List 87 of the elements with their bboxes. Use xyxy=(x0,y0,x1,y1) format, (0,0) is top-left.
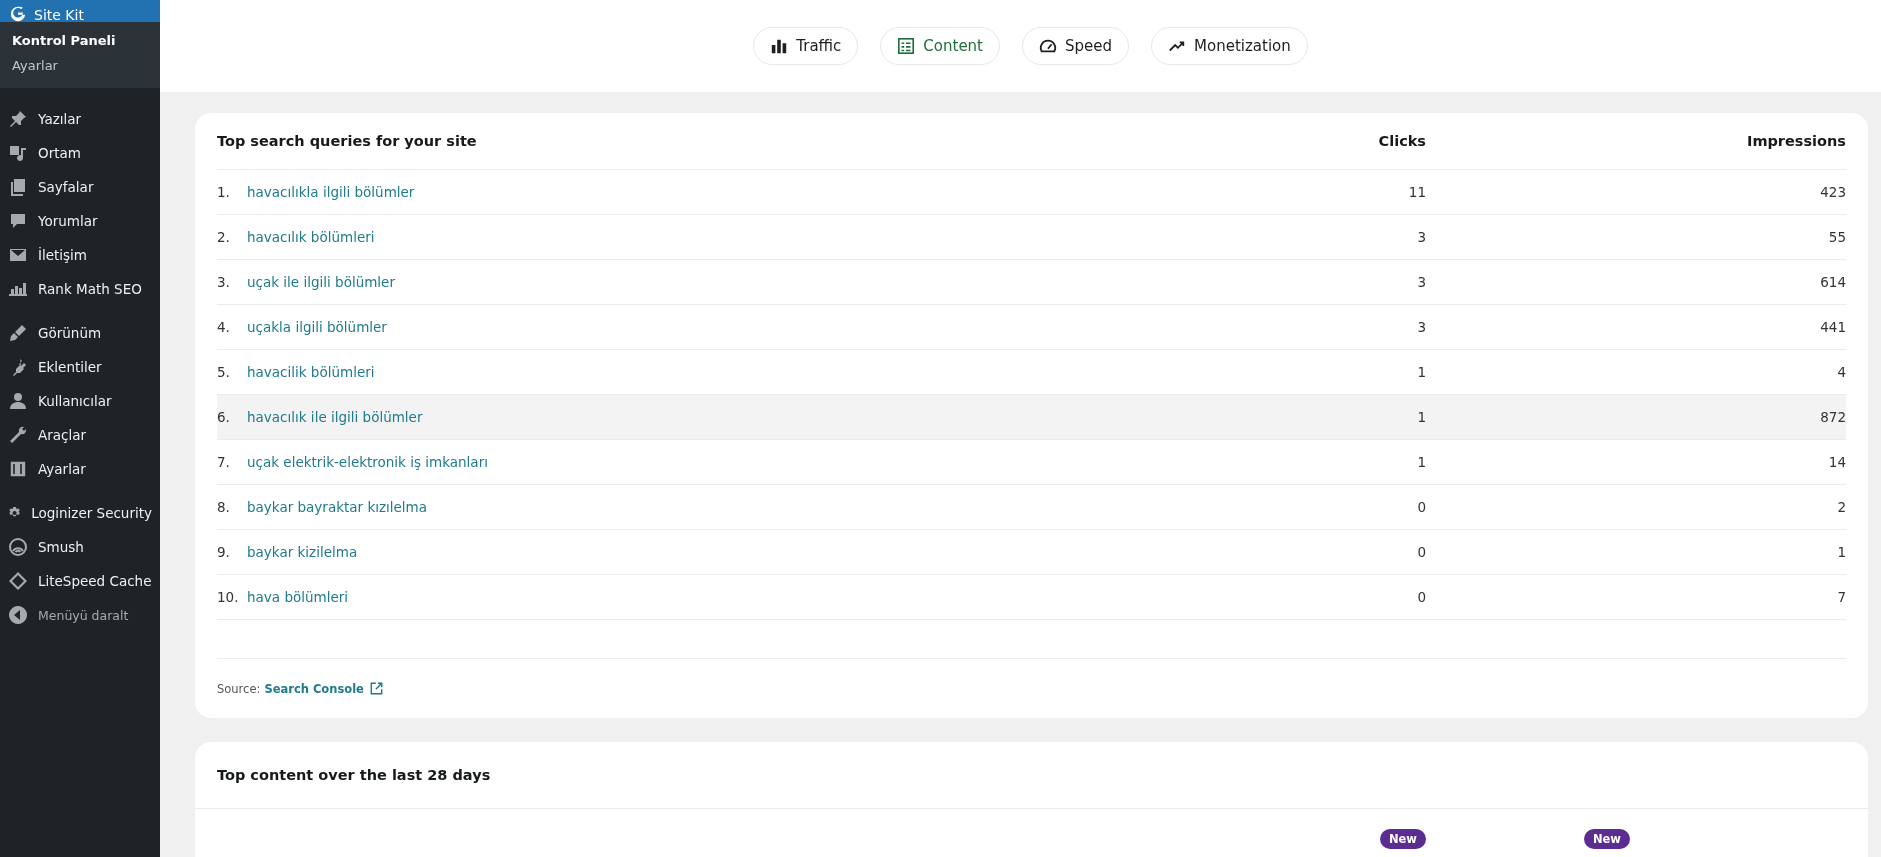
submenu-item[interactable]: Kontrol Paneli xyxy=(0,28,160,53)
query-link[interactable]: baykar bayraktar kızılelma xyxy=(247,499,428,515)
list-icon xyxy=(897,37,916,55)
table-cell: 1 xyxy=(1417,364,1426,380)
submenu-item[interactable]: Ayarlar xyxy=(0,53,160,78)
table-cell: 614 xyxy=(1820,274,1846,290)
table-cell: 11 xyxy=(1408,184,1426,200)
table-cell: 872 xyxy=(1820,409,1846,425)
table-cell: 1 xyxy=(1417,454,1426,470)
sidebar-item[interactable]: Eklentiler xyxy=(0,350,160,384)
collapse-icon xyxy=(8,605,28,625)
table-cell: 4 xyxy=(1837,364,1846,380)
query-link[interactable]: havacilik bölümleri xyxy=(247,364,375,380)
source-link[interactable]: Search Console xyxy=(264,681,383,696)
gauge-icon xyxy=(1039,37,1057,55)
rank-number: 5. xyxy=(217,364,231,380)
rank-number: 9. xyxy=(217,544,231,560)
bar-chart-icon xyxy=(770,37,789,55)
sidebar-item[interactable]: Ortam xyxy=(0,136,160,170)
table-row[interactable]: 6. havacılık ile ilgili bölümler 1 872 xyxy=(217,395,1846,440)
tab[interactable]: Speed xyxy=(1022,27,1130,65)
sidebar-item[interactable]: Araçlar xyxy=(0,418,160,452)
rank-number: 1. xyxy=(217,184,231,200)
rank-number: 3. xyxy=(217,274,231,290)
rank-number: 2. xyxy=(217,229,231,245)
rank-number: 4. xyxy=(217,319,231,335)
external-link-icon xyxy=(369,682,383,695)
tab[interactable]: Traffic xyxy=(753,27,859,65)
card-title: Top search queries for your site xyxy=(217,133,477,149)
sidebar-item[interactable]: İletişim xyxy=(0,238,160,272)
sidebar-item[interactable]: Smush xyxy=(0,530,160,564)
table-cell: 3 xyxy=(1417,319,1426,335)
query-link[interactable]: uçak ile ilgili bölümler xyxy=(247,274,395,290)
sidebar-item[interactable]: Yorumlar xyxy=(0,204,160,238)
query-link[interactable]: havacılık bölümleri xyxy=(247,229,375,245)
query-link[interactable]: uçakla ilgili bölümler xyxy=(247,319,387,335)
query-link[interactable]: hava bölümleri xyxy=(247,589,349,605)
query-link[interactable]: havacılık ile ilgili bölümler xyxy=(247,409,423,425)
column-header: Impressions xyxy=(1747,133,1846,149)
rank-number: 7. xyxy=(217,454,231,470)
query-link[interactable]: uçak elektrik-elektronik iş imkanları xyxy=(247,454,488,470)
sidebar-item[interactable]: Ayarlar xyxy=(0,452,160,486)
diamond-icon xyxy=(8,571,28,591)
pages-icon xyxy=(8,177,28,197)
table-cell: 0 xyxy=(1417,589,1426,605)
table-cell: 1 xyxy=(1417,409,1426,425)
table-cell: 1 xyxy=(1837,544,1846,560)
table-cell: 441 xyxy=(1820,319,1846,335)
source-label: Source: xyxy=(217,681,261,696)
collapse-menu-button[interactable]: Menüyü daralt xyxy=(0,598,160,632)
rings-icon xyxy=(8,537,28,557)
sidebar-item[interactable]: Rank Math SEO xyxy=(0,272,160,306)
tab[interactable]: Content xyxy=(880,27,1000,65)
g-logo-icon xyxy=(10,6,26,22)
pin-icon xyxy=(8,109,28,129)
table-cell: 2 xyxy=(1837,499,1846,515)
table-cell: 0 xyxy=(1417,544,1426,560)
comment-icon xyxy=(8,211,28,231)
sidebar-item[interactable]: LiteSpeed Cache xyxy=(0,564,160,598)
sliders-icon xyxy=(8,459,28,479)
sidebar-item[interactable]: Sayfalar xyxy=(0,170,160,204)
rank-number: 10. xyxy=(217,589,235,605)
new-badge: New xyxy=(1583,829,1630,849)
rank-number: 6. xyxy=(217,409,231,425)
query-link[interactable]: havacılıkla ilgili bölümler xyxy=(247,184,415,200)
table-cell: 3 xyxy=(1417,274,1426,290)
table-cell: 3 xyxy=(1417,229,1426,245)
sidebar-item[interactable]: Görünüm xyxy=(0,316,160,350)
sidebar-item[interactable]: Yazılar xyxy=(0,102,160,136)
table-cell: 0 xyxy=(1417,499,1426,515)
rank-number: 8. xyxy=(217,499,231,515)
wrench-icon xyxy=(8,425,28,445)
sidebar-item[interactable]: Kullanıcılar xyxy=(0,384,160,418)
media-icon xyxy=(8,143,28,163)
table-cell: 7 xyxy=(1837,589,1846,605)
brush-icon xyxy=(8,323,28,343)
new-badge: New xyxy=(1379,829,1426,849)
tab[interactable]: Monetization xyxy=(1151,27,1308,65)
query-link[interactable]: baykar kizilelma xyxy=(247,544,358,560)
table-cell: 423 xyxy=(1820,184,1846,200)
sidebar-item[interactable]: Loginizer Security xyxy=(0,496,160,530)
sidebar-item[interactable]: Site Kit xyxy=(0,0,160,22)
card-title: Top content over the last 28 days xyxy=(217,767,491,783)
table-cell: 14 xyxy=(1828,454,1846,470)
user-icon xyxy=(8,391,28,411)
column-header: Clicks xyxy=(1378,133,1426,149)
table-cell: 55 xyxy=(1828,229,1846,245)
